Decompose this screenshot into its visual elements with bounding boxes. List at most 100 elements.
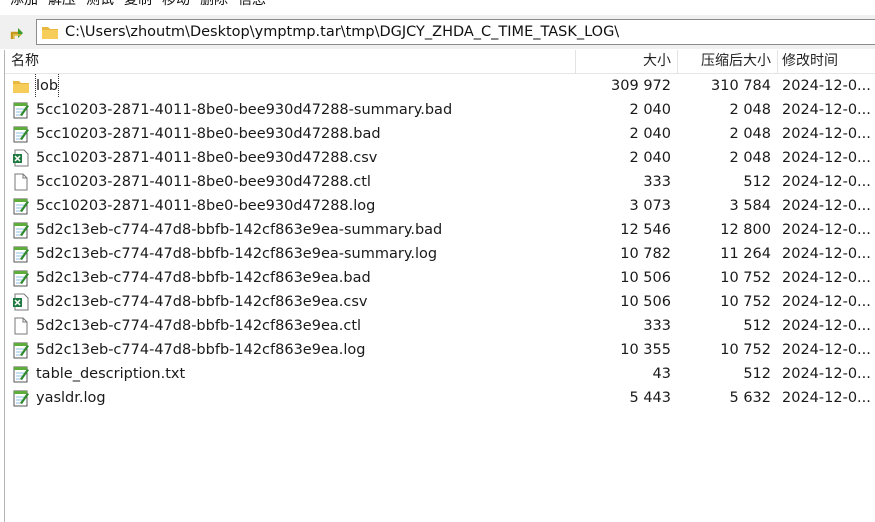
file-name-cell: 5cc10203-2871-4011-8be0-bee930d47288.csv <box>9 146 569 170</box>
file-name-cell: table_description.txt <box>9 362 569 386</box>
table-row[interactable]: 5cc10203-2871-4011-8be0-bee930d47288.bad… <box>5 122 875 146</box>
file-packed-size: 10 752 <box>720 342 771 358</box>
column-header-size[interactable]: 大小 <box>576 50 678 73</box>
file-name: 5d2c13eb-c774-47d8-bbfb-142cf863e9ea-sum… <box>36 246 438 262</box>
info-button[interactable]: 信息 <box>234 0 270 10</box>
file-name-cell: 5d2c13eb-c774-47d8-bbfb-142cf863e9ea-sum… <box>9 218 569 242</box>
table-row[interactable]: 5d2c13eb-c774-47d8-bbfb-142cf863e9ea.bad… <box>5 266 875 290</box>
file-packed-size: 12 800 <box>720 222 771 238</box>
copy-button[interactable]: 复制 <box>120 0 156 10</box>
file-size: 10 355 <box>620 342 671 358</box>
notepad-file-icon <box>12 197 30 215</box>
blank-file-icon <box>12 173 30 191</box>
file-name: 5d2c13eb-c774-47d8-bbfb-142cf863e9ea.log <box>36 342 366 358</box>
file-name: 5cc10203-2871-4011-8be0-bee930d47288-sum… <box>36 102 453 118</box>
file-name: 5d2c13eb-c774-47d8-bbfb-142cf863e9ea.bad <box>36 270 371 286</box>
file-name: 5cc10203-2871-4011-8be0-bee930d47288.csv <box>36 150 378 166</box>
table-row[interactable]: 5d2c13eb-c774-47d8-bbfb-142cf863e9ea-sum… <box>5 242 875 266</box>
table-row[interactable]: 5cc10203-2871-4011-8be0-bee930d47288.csv… <box>5 146 875 170</box>
file-size: 3 073 <box>629 198 671 214</box>
table-row[interactable]: 5cc10203-2871-4011-8be0-bee930d47288.log… <box>5 194 875 218</box>
file-name-cell: 5d2c13eb-c774-47d8-bbfb-142cf863e9ea-sum… <box>9 242 569 266</box>
table-row[interactable]: table_description.txt 43 512 2024-12-0... <box>5 362 875 386</box>
file-name-cell: 5d2c13eb-c774-47d8-bbfb-142cf863e9ea.bad <box>9 266 569 290</box>
file-name-cell: 5d2c13eb-c774-47d8-bbfb-142cf863e9ea.log <box>9 338 569 362</box>
file-packed-size: 5 632 <box>729 390 771 406</box>
file-packed-size: 512 <box>743 174 771 190</box>
file-modified: 2024-12-0... <box>782 198 871 214</box>
file-packed-size: 11 264 <box>720 246 771 262</box>
notepad-file-icon <box>12 365 30 383</box>
column-header-packed-size[interactable]: 压缩后大小 <box>678 50 778 73</box>
file-list[interactable]: 名称 大小 压缩后大小 修改时间 lob 309 972 310 784 2024-1… <box>4 50 875 522</box>
table-row[interactable]: 5d2c13eb-c774-47d8-bbfb-142cf863e9ea.log… <box>5 338 875 362</box>
file-size: 5 443 <box>629 390 671 406</box>
file-modified: 2024-12-0... <box>782 366 871 382</box>
extract-button[interactable]: 解压 <box>44 0 80 10</box>
notepad-file-icon <box>12 341 30 359</box>
file-name: 5cc10203-2871-4011-8be0-bee930d47288.log <box>36 198 376 214</box>
table-row[interactable]: 5d2c13eb-c774-47d8-bbfb-142cf863e9ea.ctl… <box>5 314 875 338</box>
table-row[interactable]: 5d2c13eb-c774-47d8-bbfb-142cf863e9ea-sum… <box>5 218 875 242</box>
file-packed-size: 512 <box>743 366 771 382</box>
table-row[interactable]: lob 309 972 310 784 2024-12-0... <box>5 74 875 98</box>
file-modified: 2024-12-0... <box>782 174 871 190</box>
file-name-cell: 5cc10203-2871-4011-8be0-bee930d47288.ctl <box>9 170 569 194</box>
file-name-cell: 5d2c13eb-c774-47d8-bbfb-142cf863e9ea.csv <box>9 290 569 314</box>
file-packed-size: 512 <box>743 318 771 334</box>
file-packed-size: 10 752 <box>720 270 771 286</box>
table-row[interactable]: 5cc10203-2871-4011-8be0-bee930d47288.ctl… <box>5 170 875 194</box>
file-packed-size: 310 784 <box>711 78 771 94</box>
file-size: 12 546 <box>620 222 671 238</box>
file-name: 5cc10203-2871-4011-8be0-bee930d47288.bad <box>36 126 381 142</box>
table-row[interactable]: 5d2c13eb-c774-47d8-bbfb-142cf863e9ea.csv… <box>5 290 875 314</box>
file-modified: 2024-12-0... <box>782 318 871 334</box>
address-input[interactable]: C:\Users\zhoutm\Desktop\ymptmp.tar\tmp\D… <box>36 19 875 45</box>
file-name: yasldr.log <box>36 390 106 406</box>
column-header-modified[interactable]: 修改时间 <box>778 50 875 73</box>
file-size: 10 506 <box>620 294 671 310</box>
blank-file-icon <box>12 317 30 335</box>
column-header-name[interactable]: 名称 <box>5 50 576 73</box>
file-size: 333 <box>643 318 671 334</box>
folder-icon <box>42 25 58 39</box>
file-modified: 2024-12-0... <box>782 390 871 406</box>
file-modified: 2024-12-0... <box>782 150 871 166</box>
excel-file-icon <box>12 149 30 167</box>
file-size: 10 782 <box>620 246 671 262</box>
file-name: lob <box>34 74 60 98</box>
move-button[interactable]: 移动 <box>158 0 194 10</box>
excel-file-icon <box>12 293 30 311</box>
file-name-cell: 5cc10203-2871-4011-8be0-bee930d47288-sum… <box>9 98 569 122</box>
file-size: 2 040 <box>629 150 671 166</box>
toolbar: 添加 解压 测试 复制 移动 删除 信息 <box>0 0 875 12</box>
folder-icon <box>12 77 30 95</box>
file-size: 309 972 <box>611 78 671 94</box>
delete-button[interactable]: 删除 <box>196 0 232 10</box>
notepad-file-icon <box>12 221 30 239</box>
file-modified: 2024-12-0... <box>782 102 871 118</box>
file-name: 5d2c13eb-c774-47d8-bbfb-142cf863e9ea.ctl <box>36 318 362 334</box>
table-row[interactable]: yasldr.log 5 443 5 632 2024-12-0... <box>5 386 875 410</box>
file-packed-size: 3 584 <box>729 198 771 214</box>
file-packed-size: 10 752 <box>720 294 771 310</box>
test-button[interactable]: 测试 <box>82 0 118 10</box>
notepad-file-icon <box>12 101 30 119</box>
file-size: 333 <box>643 174 671 190</box>
file-modified: 2024-12-0... <box>782 270 871 286</box>
file-size: 2 040 <box>629 126 671 142</box>
file-name-cell: 5cc10203-2871-4011-8be0-bee930d47288.bad <box>9 122 569 146</box>
file-name: 5cc10203-2871-4011-8be0-bee930d47288.ctl <box>36 174 371 190</box>
file-modified: 2024-12-0... <box>782 126 871 142</box>
file-size: 2 040 <box>629 102 671 118</box>
file-modified: 2024-12-0... <box>782 246 871 262</box>
table-row[interactable]: 5cc10203-2871-4011-8be0-bee930d47288-sum… <box>5 98 875 122</box>
file-modified: 2024-12-0... <box>782 222 871 238</box>
up-folder-icon[interactable] <box>8 23 26 41</box>
address-bar: C:\Users\zhoutm\Desktop\ymptmp.tar\tmp\D… <box>0 15 875 49</box>
file-modified: 2024-12-0... <box>782 294 871 310</box>
file-name: 5d2c13eb-c774-47d8-bbfb-142cf863e9ea.csv <box>36 294 368 310</box>
add-button[interactable]: 添加 <box>6 0 42 10</box>
file-name: 5d2c13eb-c774-47d8-bbfb-142cf863e9ea-sum… <box>36 222 443 238</box>
address-path: C:\Users\zhoutm\Desktop\ymptmp.tar\tmp\D… <box>65 24 620 40</box>
